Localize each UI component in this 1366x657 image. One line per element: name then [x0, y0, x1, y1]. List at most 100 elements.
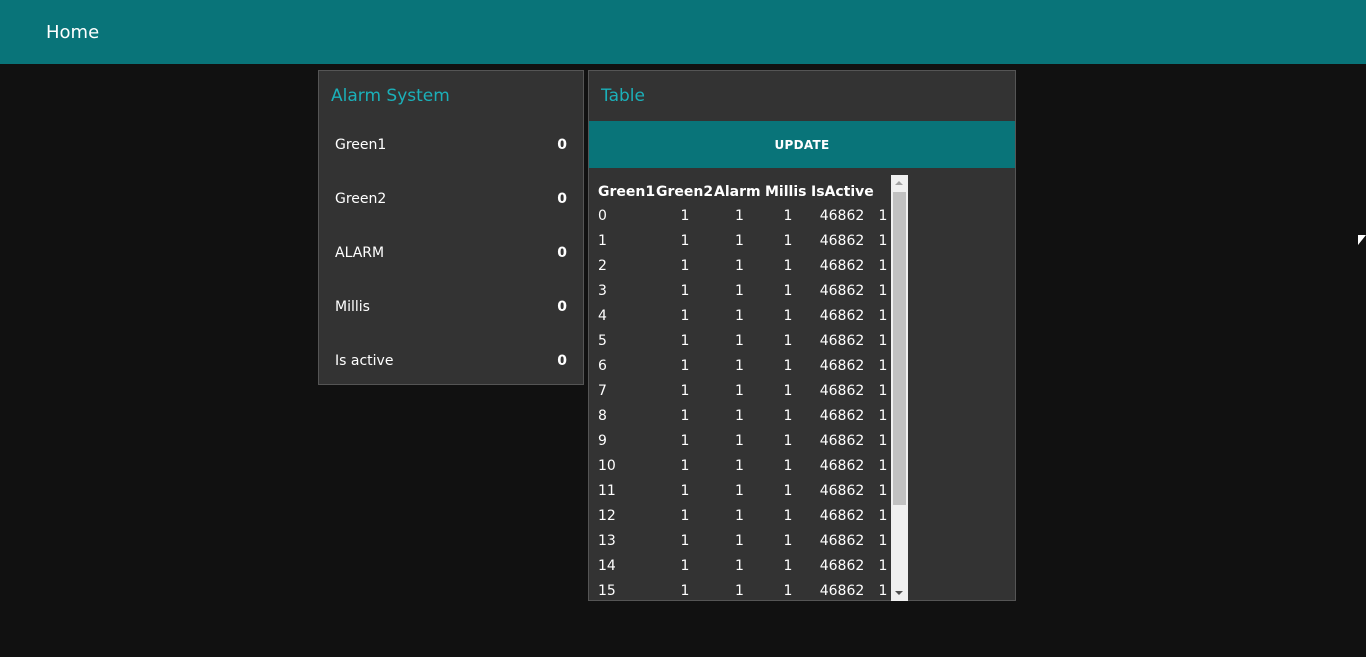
table-cell: 2 [598, 258, 607, 274]
table-cell: 1 [878, 583, 888, 599]
table-cell: 46862 [819, 233, 865, 249]
table-row: 1 1 1 1 46862 1 [598, 229, 893, 254]
table-row: 11 1 1 1 46862 1 [598, 479, 893, 504]
table-scroll-area[interactable]: Green1 Green2 Alarm Millis IsActive 0 1 1 1 4686… [590, 175, 908, 601]
table-cell: 46862 [819, 358, 865, 374]
table-row: 8 1 1 1 46862 1 [598, 404, 893, 429]
table-cell: 1 [878, 558, 888, 574]
table-cell: 1 [735, 458, 744, 474]
table-cell: 1 [735, 208, 744, 224]
scroll-down-arrow-icon[interactable] [895, 591, 903, 595]
table-cell: 1 [735, 508, 744, 524]
item-label: Is active [335, 353, 394, 369]
table-cell: 1 [783, 208, 793, 224]
table-row: 3 1 1 1 46862 1 [598, 279, 893, 304]
table-cell: 1 [735, 383, 744, 399]
table-cell: 7 [598, 383, 607, 399]
table-card: Table UPDATE Green1 Green2 Alarm Millis IsAc… [588, 70, 1016, 601]
column-header: Alarm [714, 184, 761, 200]
table-header: Green1 Green2 Alarm Millis IsActive [598, 183, 893, 201]
table-row: 14 1 1 1 46862 1 [598, 554, 893, 579]
table-cell: 1 [598, 233, 607, 249]
update-button[interactable]: UPDATE [589, 121, 1015, 168]
table-cell: 46862 [819, 483, 865, 499]
table-cell: 0 [598, 208, 607, 224]
table-cell: 46862 [819, 383, 865, 399]
table-cell: 9 [598, 433, 607, 449]
alarm-system-card: Alarm System Green1 0 Green2 0 ALARM 0 Millis 0… [318, 70, 584, 385]
table-cell: 1 [878, 533, 888, 549]
table-cell: 46862 [819, 558, 865, 574]
table-cell: 1 [783, 508, 793, 524]
table-cell: 1 [783, 283, 793, 299]
alarm-item-millis: Millis 0 [335, 299, 567, 319]
table-row: 6 1 1 1 46862 1 [598, 354, 893, 379]
table-cell: 1 [878, 308, 888, 324]
table-cell: 1 [735, 358, 744, 374]
scrollbar-thumb[interactable] [893, 192, 906, 505]
table-cell: 15 [598, 583, 616, 599]
table-cell: 1 [680, 208, 690, 224]
item-value: 0 [557, 299, 567, 315]
table-cell: 46862 [819, 408, 865, 424]
table-cell: 1 [878, 483, 888, 499]
table-cell: 4 [598, 308, 607, 324]
table-cell: 1 [735, 308, 744, 324]
table-cell: 1 [735, 258, 744, 274]
table-cell: 46862 [819, 333, 865, 349]
table-cell: 1 [735, 583, 744, 599]
table-cell: 1 [735, 558, 744, 574]
column-header: Green1 [598, 184, 656, 200]
table-cell: 10 [598, 458, 616, 474]
table-cell: 46862 [819, 533, 865, 549]
scrollbar[interactable] [891, 175, 908, 601]
page-title[interactable]: Home [46, 22, 99, 43]
table-cell: 5 [598, 333, 607, 349]
item-label: Green2 [335, 191, 387, 207]
table-cell: 3 [598, 283, 607, 299]
table-cell: 1 [735, 433, 744, 449]
table-cell: 46862 [819, 258, 865, 274]
table-cell: 1 [878, 408, 888, 424]
table-cell: 1 [680, 483, 690, 499]
table-row: 5 1 1 1 46862 1 [598, 329, 893, 354]
table-cell: 46862 [819, 583, 865, 599]
table-cell: 1 [783, 533, 793, 549]
table-cell: 1 [783, 333, 793, 349]
table-cell: 1 [680, 308, 690, 324]
item-label: Millis [335, 299, 370, 315]
column-header: IsActive [811, 184, 874, 200]
table-cell: 1 [680, 358, 690, 374]
data-table: Green1 Green2 Alarm Millis IsActive 0 1 1 1 4686… [598, 183, 893, 601]
table-cell: 1 [680, 433, 690, 449]
scroll-up-arrow-icon[interactable] [895, 181, 903, 185]
table-cell: 1 [783, 458, 793, 474]
mouse-cursor-icon [1358, 235, 1366, 245]
item-label: Green1 [335, 137, 387, 153]
table-row: 4 1 1 1 46862 1 [598, 304, 893, 329]
table-cell: 1 [878, 458, 888, 474]
alarm-item-alarm: ALARM 0 [335, 245, 567, 265]
item-value: 0 [557, 245, 567, 261]
item-label: ALARM [335, 245, 385, 261]
table-cell: 1 [783, 383, 793, 399]
table-cell: 46862 [819, 208, 865, 224]
column-header: Millis [765, 184, 807, 200]
table-cell: 1 [878, 508, 888, 524]
item-value: 0 [557, 353, 567, 369]
card-title: Alarm System [331, 86, 450, 106]
table-cell: 1 [783, 258, 793, 274]
table-cell: 1 [680, 558, 690, 574]
table-cell: 1 [680, 383, 690, 399]
table-cell: 1 [680, 333, 690, 349]
card-title: Table [601, 86, 645, 106]
table-cell: 1 [735, 333, 744, 349]
table-cell: 13 [598, 533, 616, 549]
table-row: 13 1 1 1 46862 1 [598, 529, 893, 554]
table-row: 10 1 1 1 46862 1 [598, 454, 893, 479]
table-cell: 1 [680, 458, 690, 474]
table-row: 7 1 1 1 46862 1 [598, 379, 893, 404]
table-cell: 1 [878, 358, 888, 374]
table-row: 12 1 1 1 46862 1 [598, 504, 893, 529]
table-cell: 46862 [819, 283, 865, 299]
